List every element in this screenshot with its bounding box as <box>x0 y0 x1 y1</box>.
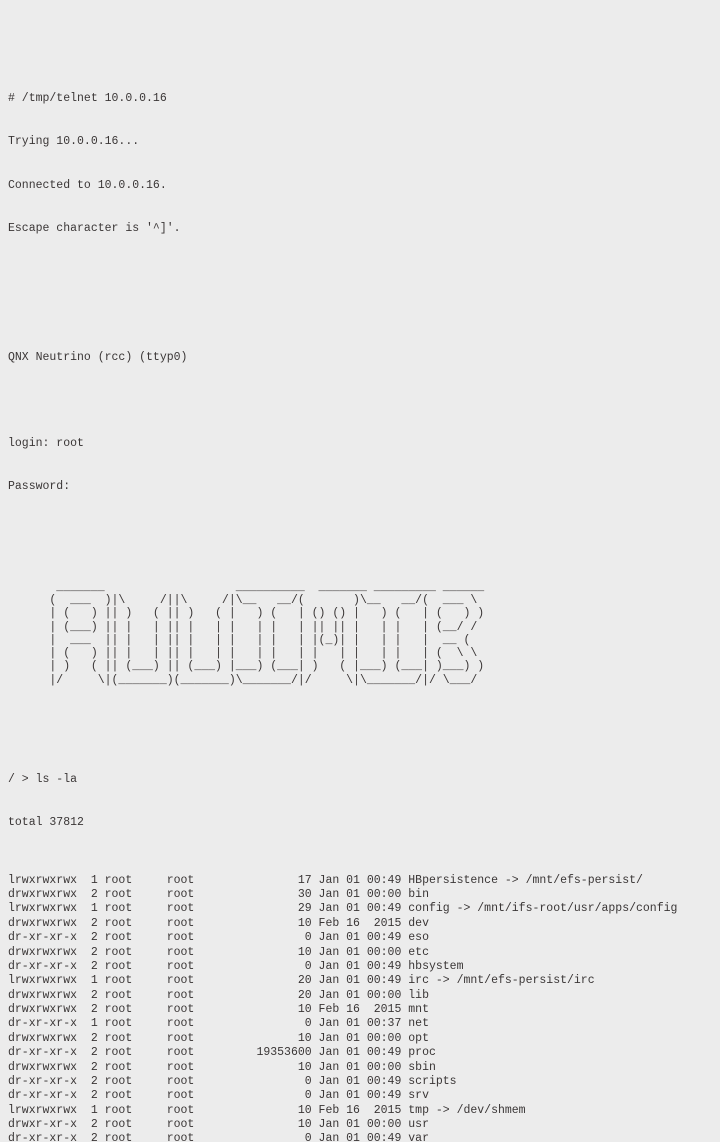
blank-line <box>8 394 712 408</box>
blank-line <box>8 308 712 322</box>
ls-command: / > ls -la <box>8 773 712 787</box>
ascii-art-line: _______ __________ _______ _________ ___… <box>8 581 712 594</box>
total-line: total 37812 <box>8 816 712 830</box>
ascii-art-line: | ( ) || ) ( || ) ( | ) ( | () () | ) ( … <box>8 607 712 620</box>
file-row: lrwxrwxrwx 1 root root 17 Jan 01 00:49 H… <box>8 874 712 888</box>
telnet-cmd: # /tmp/telnet 10.0.0.16 <box>8 92 712 106</box>
blank-line <box>8 730 712 744</box>
file-row: drwxrwxrwx 2 root root 10 Feb 16 2015 de… <box>8 917 712 931</box>
file-row: dr-xr-xr-x 2 root root 0 Jan 01 00:49 es… <box>8 931 712 945</box>
file-row: dr-xr-xr-x 2 root root 0 Jan 01 00:49 sc… <box>8 1075 712 1089</box>
trying-line: Trying 10.0.0.16... <box>8 135 712 149</box>
ascii-art-line: | ( ) || | | || | | | | | | | | | | | | … <box>8 647 712 660</box>
escape-line: Escape character is '^]'. <box>8 222 712 236</box>
blank-line <box>8 265 712 279</box>
ascii-art-banner: _______ __________ _______ _________ ___… <box>8 581 712 687</box>
ascii-art-line: |/ \|(_______)(_______)\_______/|/ \|\__… <box>8 674 712 687</box>
file-row: lrwxrwxrwx 1 root root 29 Jan 01 00:49 c… <box>8 902 712 916</box>
file-row: dr-xr-xr-x 2 root root 0 Jan 01 00:49 hb… <box>8 960 712 974</box>
ascii-art-line: | ) ( || (___) || (___) |___) (___| ) ( … <box>8 660 712 673</box>
file-row: drwxrwxrwx 2 root root 20 Jan 01 00:00 l… <box>8 989 712 1003</box>
file-row: drwxr-xr-x 2 root root 10 Jan 01 00:00 u… <box>8 1118 712 1132</box>
file-row: drwxrwxrwx 2 root root 10 Jan 01 00:00 e… <box>8 946 712 960</box>
file-row: drwxrwxrwx 2 root root 10 Jan 01 00:00 s… <box>8 1061 712 1075</box>
login-prompt: login: root <box>8 437 712 451</box>
ascii-art-line: | (___) || | | || | | | | | | || || | | … <box>8 621 712 634</box>
file-row: drwxrwxrwx 2 root root 30 Jan 01 00:00 b… <box>8 888 712 902</box>
file-row: lrwxrwxrwx 1 root root 20 Jan 01 00:49 i… <box>8 974 712 988</box>
file-row: dr-xr-xr-x 2 root root 0 Jan 01 00:49 sr… <box>8 1089 712 1103</box>
file-row: dr-xr-xr-x 2 root root 19353600 Jan 01 0… <box>8 1046 712 1060</box>
password-prompt: Password: <box>8 480 712 494</box>
connected-line: Connected to 10.0.0.16. <box>8 179 712 193</box>
ascii-art-line: | ___ || | | || | | | | | | |(_)| | | | … <box>8 634 712 647</box>
blank-line <box>8 524 712 538</box>
terminal-output: # /tmp/telnet 10.0.0.16 Trying 10.0.0.16… <box>8 64 712 1142</box>
file-row: dr-xr-xr-x 1 root root 0 Jan 01 00:37 ne… <box>8 1017 712 1031</box>
file-row: drwxrwxrwx 2 root root 10 Jan 01 00:00 o… <box>8 1032 712 1046</box>
file-row: dr-xr-xr-x 2 root root 0 Jan 01 00:49 va… <box>8 1132 712 1142</box>
file-row: drwxrwxrwx 2 root root 10 Feb 16 2015 mn… <box>8 1003 712 1017</box>
ascii-art-line: ( ___ )|\ /||\ /|\__ __/( )\__ __/( ___ … <box>8 594 712 607</box>
os-banner: QNX Neutrino (rcc) (ttyp0) <box>8 351 712 365</box>
file-row: lrwxrwxrwx 1 root root 10 Feb 16 2015 tm… <box>8 1104 712 1118</box>
file-listing: lrwxrwxrwx 1 root root 17 Jan 01 00:49 H… <box>8 874 712 1142</box>
